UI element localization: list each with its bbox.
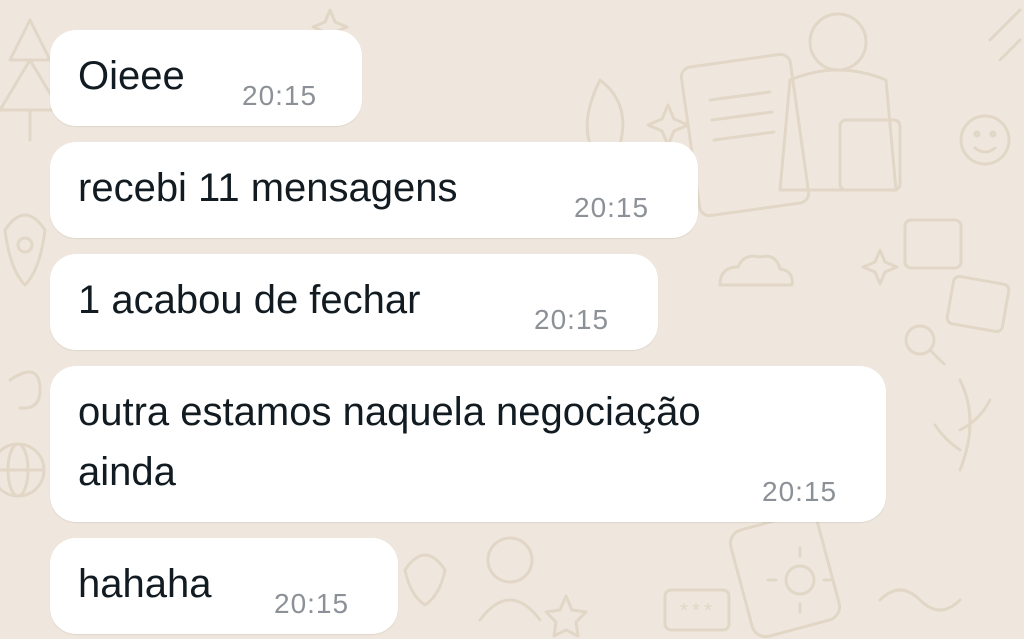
message-time: 20:15: [242, 80, 318, 111]
message-bubble[interactable]: hahaha 20:15: [50, 538, 398, 634]
message-bubble[interactable]: recebi 11 mensagens 20:15: [50, 142, 698, 238]
message-text: 1 acabou de fechar: [78, 278, 421, 322]
message-text: recebi 11 mensagens: [78, 166, 458, 210]
message-text-line: outra estamos naquela negociação: [78, 390, 701, 434]
message-text: hahaha: [78, 562, 212, 606]
message-time: 20:15: [574, 192, 650, 223]
message-time: 20:15: [534, 304, 610, 335]
message-time: 20:15: [762, 476, 838, 507]
message-time: 20:15: [274, 588, 350, 619]
message-list: Oieee 20:15 recebi 11 mensagens 20:15 1 …: [0, 0, 1024, 639]
message-bubble[interactable]: 1 acabou de fechar 20:15: [50, 254, 658, 350]
message-bubble[interactable]: outra estamos naquela negociação ainda 2…: [50, 366, 886, 522]
message-text-line: ainda: [78, 450, 176, 494]
message-bubble[interactable]: Oieee 20:15: [50, 30, 362, 126]
message-text: Oieee: [78, 54, 185, 98]
